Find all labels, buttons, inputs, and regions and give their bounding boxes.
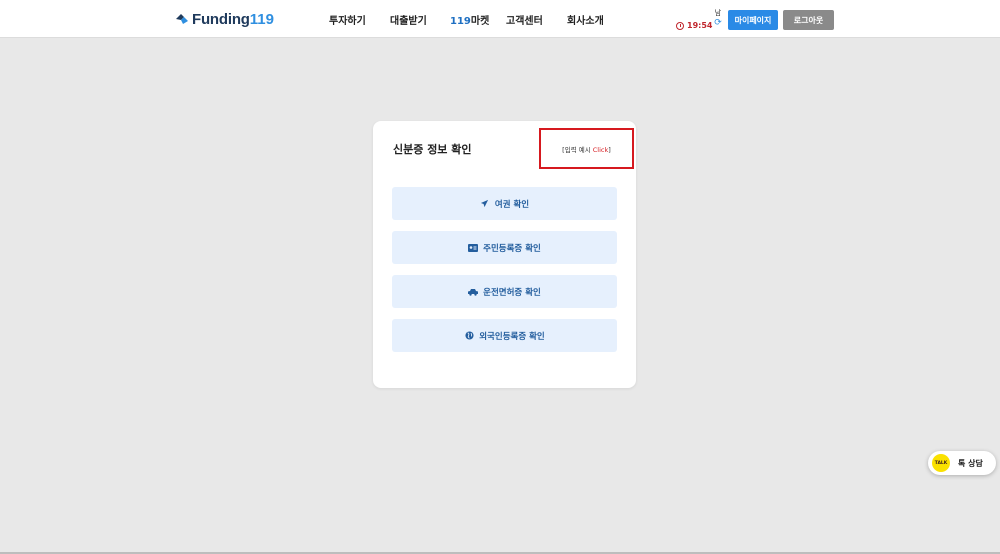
alien-card-verify-label: 외국인등록증 확인 xyxy=(479,331,545,342)
logo-number: 119 xyxy=(249,10,274,28)
clock-icon xyxy=(676,21,684,30)
logout-button[interactable]: 로그아웃 xyxy=(783,10,834,30)
kakao-talk-label: 톡 상담 xyxy=(958,458,983,468)
resident-card-verify-label: 주민등록증 확인 xyxy=(483,243,541,254)
nav-market[interactable]: 119마켓 xyxy=(450,12,489,27)
alien-card-verify-button[interactable]: 외국인등록증 확인 xyxy=(392,319,617,352)
id-verification-card: 신분증 정보 확인 [입력 예시 Click] 여권 확인 주민등록증 확인 운… xyxy=(373,121,636,388)
nav-support[interactable]: 고객센터 xyxy=(506,12,543,27)
session-refresh-button[interactable]: 남 ⟳ xyxy=(712,9,724,28)
refresh-label: 남 xyxy=(714,9,722,17)
nav-loan[interactable]: 대출받기 xyxy=(390,12,427,27)
example-suffix: ] xyxy=(608,145,611,154)
kakao-talk-consult-button[interactable]: TALK 톡 상담 xyxy=(928,451,996,475)
example-prefix: [입력 예시 xyxy=(562,145,593,154)
refresh-icon: ⟳ xyxy=(714,18,722,28)
funding119-logo[interactable]: Funding 119 xyxy=(175,9,274,29)
id-card-icon xyxy=(468,243,479,253)
top-header: Funding 119 투자하기 대출받기 119마켓 고객센터 회사소개 19:… xyxy=(0,0,1000,38)
nav-market-prefix: 119 xyxy=(450,16,471,27)
passport-verify-label: 여권 확인 xyxy=(494,199,530,210)
kakao-talk-icon: TALK xyxy=(932,454,950,472)
driver-license-verify-button[interactable]: 운전면허증 확인 xyxy=(392,275,617,308)
resident-card-verify-button[interactable]: 주민등록증 확인 xyxy=(392,231,617,264)
mypage-button[interactable]: 마이페이지 xyxy=(728,10,778,30)
input-example-highlight: [입력 예시 Click] xyxy=(539,128,634,169)
logo-mark-icon xyxy=(176,14,188,24)
logo-text: Funding xyxy=(192,10,250,28)
nav-market-label: 마켓 xyxy=(470,16,490,27)
session-timer: 19:54 xyxy=(676,21,712,30)
nav-invest[interactable]: 투자하기 xyxy=(329,12,366,27)
car-icon xyxy=(468,287,479,297)
airplane-icon xyxy=(480,199,490,209)
nav-about[interactable]: 회사소개 xyxy=(567,12,604,27)
example-click: Click xyxy=(592,145,609,154)
session-timer-value: 19:54 xyxy=(687,21,713,30)
driver-license-verify-label: 운전면허증 확인 xyxy=(483,287,541,298)
card-title: 신분증 정보 확인 xyxy=(393,143,472,156)
input-example-link[interactable]: [입력 예시 Click] xyxy=(562,144,611,154)
passport-verify-button[interactable]: 여권 확인 xyxy=(392,187,617,220)
globe-icon xyxy=(464,331,474,341)
